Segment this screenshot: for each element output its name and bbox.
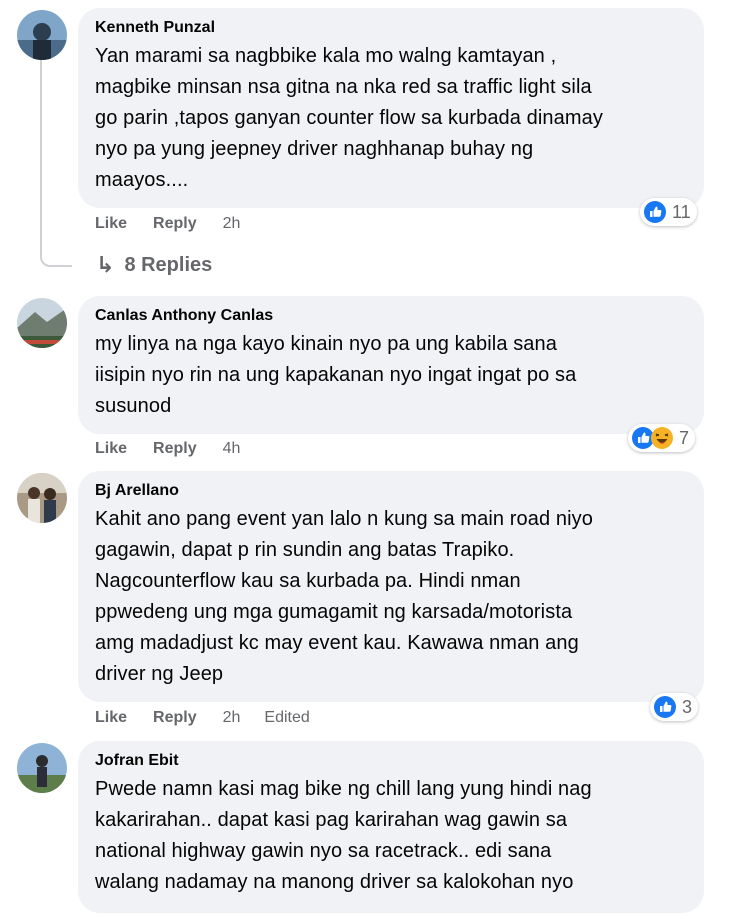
comment-text: my linya na nga kayo kinain nyo pa ung k… bbox=[95, 333, 577, 417]
timestamp[interactable]: 2h bbox=[223, 709, 241, 729]
timestamp[interactable]: 2h bbox=[223, 215, 241, 235]
reaction-count: 11 bbox=[672, 201, 691, 222]
comment-author[interactable]: Canlas Anthony Canlas bbox=[95, 306, 688, 326]
comment-bubble: Kenneth Punzal Yan marami sa nagbbike ka… bbox=[78, 8, 704, 208]
haha-icon bbox=[651, 427, 673, 449]
replies-label: 8 Replies bbox=[124, 253, 213, 276]
like-icon bbox=[654, 696, 676, 718]
comment-actions: Like Reply 2h bbox=[95, 215, 264, 235]
thread-connector bbox=[40, 58, 72, 267]
reply-arrow-icon: ↳ bbox=[96, 252, 115, 277]
avatar[interactable] bbox=[17, 10, 67, 60]
timestamp[interactable]: 4h bbox=[223, 440, 241, 460]
avatar[interactable] bbox=[17, 298, 67, 348]
reply-button[interactable]: Reply bbox=[153, 709, 197, 729]
reaction-badge[interactable]: 11 bbox=[640, 198, 697, 226]
reply-button[interactable]: Reply bbox=[153, 440, 197, 460]
reaction-badge[interactable]: 7 bbox=[628, 424, 696, 452]
reaction-count: 7 bbox=[679, 427, 690, 448]
comment-author[interactable]: Kenneth Punzal bbox=[95, 18, 688, 38]
avatar[interactable] bbox=[17, 473, 67, 523]
edited-label: Edited bbox=[264, 709, 310, 726]
comment-text: Kahit ano pang event yan lalo n kung sa … bbox=[95, 508, 593, 685]
like-icon bbox=[644, 201, 666, 223]
comment-actions: Like Reply 2h Edited bbox=[95, 709, 310, 729]
comment-actions: Like Reply 4h bbox=[95, 440, 264, 460]
comment-text: Pwede namn kasi mag bike ng chill lang y… bbox=[95, 778, 592, 893]
avatar[interactable] bbox=[17, 743, 67, 793]
comment-bubble: Canlas Anthony Canlas my linya na nga ka… bbox=[78, 296, 704, 434]
reaction-badge[interactable]: 3 bbox=[650, 693, 699, 721]
comment-author[interactable]: Bj Arellano bbox=[95, 481, 688, 501]
view-replies-button[interactable]: ↳ 8 Replies bbox=[96, 252, 212, 278]
like-button[interactable]: Like bbox=[95, 215, 127, 235]
like-button[interactable]: Like bbox=[95, 440, 127, 460]
comment-bubble: Jofran Ebit Pwede namn kasi mag bike ng … bbox=[78, 741, 704, 913]
reaction-count: 3 bbox=[682, 696, 693, 717]
comment-author[interactable]: Jofran Ebit bbox=[95, 751, 688, 771]
like-button[interactable]: Like bbox=[95, 709, 127, 729]
comment-text: Yan marami sa nagbbike kala mo walng kam… bbox=[95, 45, 603, 191]
comment-bubble: Bj Arellano Kahit ano pang event yan lal… bbox=[78, 471, 704, 702]
reply-button[interactable]: Reply bbox=[153, 215, 197, 235]
